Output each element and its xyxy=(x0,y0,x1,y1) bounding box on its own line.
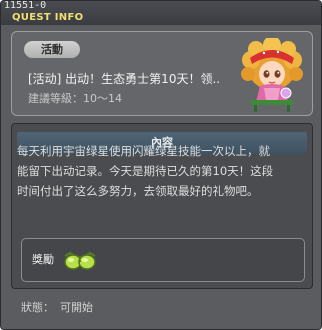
quest-category-badge: 活動 xyxy=(24,41,80,58)
description-line-2: 能留下出动记录。今天是期待已久的第10天！这段 xyxy=(17,164,274,178)
recommended-level: 建議等級：10～14 xyxy=(28,92,122,105)
description-line-1: 每天利用宇宙绿星使用闪耀绿星技能一次以上，就 xyxy=(17,144,270,158)
window-title: QUEST INFO xyxy=(12,12,84,23)
reward-label: 獎勵 xyxy=(32,253,54,266)
quest-name: [活动] 出动！生态勇士第10天！领.. xyxy=(28,72,221,86)
description-line-3: 时间付出了这么多努力，去领取最好的礼物吧。 xyxy=(17,184,259,198)
green-glasses-icon[interactable] xyxy=(63,247,97,275)
status-value: 可開始 xyxy=(60,301,93,314)
quest-header-card: 活動 [活动] 出动！生态勇士第10天！领.. 建議等級：10～14 xyxy=(11,31,313,116)
reward-box: 獎勵 xyxy=(21,238,305,282)
quest-id: 11551-0 xyxy=(4,0,47,11)
quest-info-window: 11551-0 QUEST INFO 活動 [活动] 出动！生态勇士第10天！领… xyxy=(0,0,322,330)
title-bar[interactable]: 11551-0 QUEST INFO xyxy=(1,0,321,25)
quest-status: 狀態： 可開始 xyxy=(21,301,93,315)
npc-girl-portrait-icon xyxy=(241,38,303,112)
quest-description: 每天利用宇宙绿星使用闪耀绿星技能一次以上，就 能留下出动记录。今天是期待已久的第… xyxy=(17,141,309,201)
status-label: 狀態： xyxy=(21,301,54,314)
